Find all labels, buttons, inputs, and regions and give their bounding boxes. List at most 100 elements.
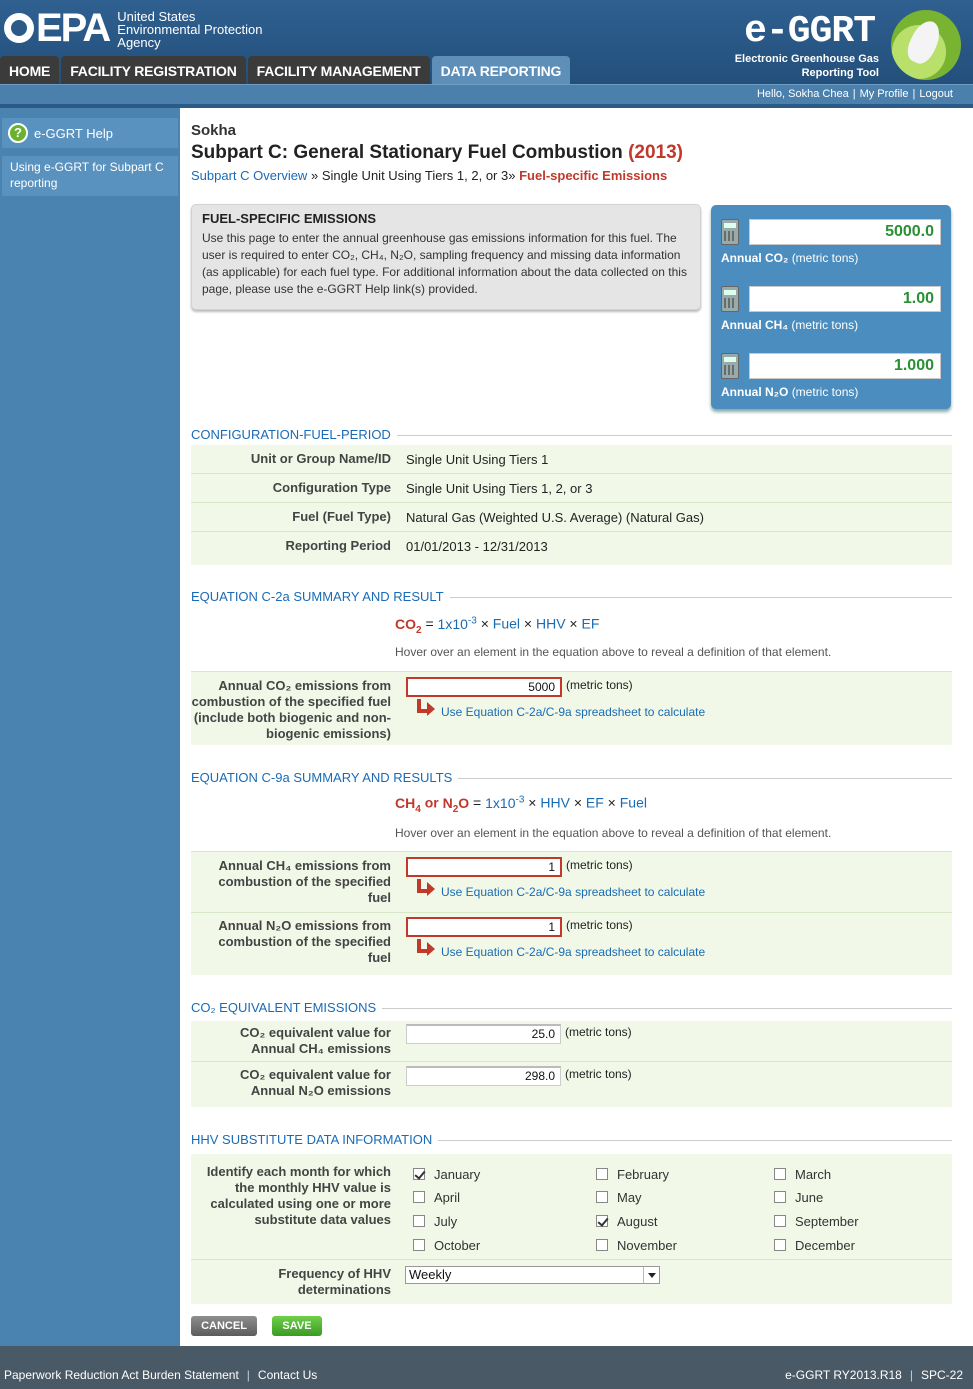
tab-facility-management[interactable]: FACILITY MANAGEMENT	[247, 56, 430, 84]
table-row: Annual N₂O emissions from combustion of …	[191, 913, 952, 976]
month-checkbox-april[interactable]: April	[413, 1189, 460, 1205]
checkbox-empty-icon[interactable]	[413, 1215, 425, 1227]
co2e-block: CO₂ equivalent value for Annual CH₄ emis…	[191, 1021, 952, 1107]
month-label: March	[795, 1166, 832, 1182]
epa-logo[interactable]: EPA United States Environmental Protecti…	[4, 6, 263, 50]
eq-c9a-ef[interactable]: EF	[586, 795, 604, 811]
section-hhv-heading: HHV SUBSTITUTE DATA INFORMATION	[191, 1132, 952, 1148]
calculator-icon	[721, 353, 739, 379]
eq-times: ×	[523, 615, 533, 632]
footer-version: e-GGRT RY2013.R18 | SPC-22	[785, 1368, 963, 1382]
sidebar-item-subpart-c-help[interactable]: Using e-GGRT for Subpart C reporting	[2, 156, 178, 196]
checkbox-empty-icon[interactable]	[596, 1239, 608, 1251]
checkbox-empty-icon[interactable]	[413, 1239, 425, 1251]
user-bar: Hello, Sokha Chea | My Profile | Logout	[0, 84, 973, 104]
month-checkbox-february[interactable]: February	[596, 1166, 669, 1182]
checkbox-checked-icon[interactable]	[413, 1168, 425, 1180]
checkbox-checked-icon[interactable]	[596, 1215, 608, 1227]
month-label: September	[795, 1213, 859, 1229]
ch4-emissions-input[interactable]: 1	[406, 857, 562, 877]
eq-equals: =	[473, 794, 482, 811]
month-label: April	[434, 1189, 461, 1205]
tab-home[interactable]: HOME	[0, 56, 60, 84]
config-label-unit: Unit or Group Name/ID	[250, 451, 391, 466]
co2-emissions-input[interactable]: 5000	[406, 677, 562, 697]
checkbox-empty-icon[interactable]	[774, 1215, 786, 1227]
month-checkbox-october[interactable]: October	[413, 1237, 480, 1253]
eq-c9a-coefficient[interactable]: 1x10-3	[485, 794, 524, 811]
eq-c9a-hhv[interactable]: HHV	[540, 795, 570, 811]
my-profile-link[interactable]: My Profile	[860, 88, 909, 100]
month-label: December	[795, 1237, 855, 1253]
site-header: EPA United States Environmental Protecti…	[0, 0, 973, 108]
eggrt-subtitle-line-2: Reporting Tool	[801, 67, 879, 79]
checkbox-empty-icon[interactable]	[596, 1168, 608, 1180]
co2e-n2o-value: 298.0	[406, 1066, 561, 1086]
checkbox-empty-icon[interactable]	[774, 1191, 786, 1203]
logout-link[interactable]: Logout	[919, 88, 953, 100]
month-checkbox-march[interactable]: March	[774, 1166, 831, 1182]
eq-times: ×	[528, 794, 537, 811]
total-co2: 5000.0 Annual CO₂ (metric tons)	[719, 209, 945, 269]
month-checkbox-june[interactable]: June	[774, 1189, 823, 1205]
n2o-calc-link[interactable]: Use Equation C-2a/C-9a spreadsheet to ca…	[441, 945, 705, 959]
tab-facility-registration[interactable]: FACILITY REGISTRATION	[61, 56, 246, 84]
hhv-frequency-select[interactable]: Weekly	[405, 1266, 660, 1284]
equation-c9a: CH4 or N2O = 1x10-3 × HHV × EF × Fuel	[395, 794, 647, 814]
help-question-icon: ?	[8, 123, 28, 143]
month-checkbox-august[interactable]: August	[596, 1213, 657, 1229]
eq-c9a-n2o[interactable]: N2O	[443, 795, 470, 815]
sidebar-help-header[interactable]: ? e-GGRT Help	[2, 118, 178, 148]
month-label: November	[617, 1237, 677, 1253]
eq-c2a-coefficient[interactable]: 1x10-3	[438, 615, 477, 632]
breadcrumb-separator: »	[310, 168, 319, 183]
checkbox-empty-icon[interactable]	[596, 1191, 608, 1203]
total-ch4-label: Annual CH₄ (metric tons)	[721, 318, 859, 332]
eq-c2a-co2[interactable]: CO2	[395, 616, 422, 636]
n2o-emissions-label: Annual N₂O emissions from combustion of …	[218, 918, 391, 965]
page-title-year: (2013)	[628, 142, 683, 163]
month-checkbox-december[interactable]: December	[774, 1237, 855, 1253]
checkbox-empty-icon[interactable]	[774, 1168, 786, 1180]
info-title: FUEL-SPECIFIC EMISSIONS	[202, 211, 377, 226]
info-text: Use this page to enter the annual greenh…	[202, 231, 687, 296]
eq-c9a-ch4[interactable]: CH4	[395, 795, 421, 815]
co2-emissions-label: Annual CO₂ emissions from combustion of …	[191, 678, 391, 741]
breadcrumb: Subpart C Overview » Single Unit Using T…	[191, 168, 667, 183]
breadcrumb-subpart-c-overview[interactable]: Subpart C Overview	[191, 168, 307, 183]
total-n2o-value: 1.000	[749, 353, 941, 379]
month-checkbox-july[interactable]: July	[413, 1213, 457, 1229]
section-eq-c9a-heading: EQUATION C-9a SUMMARY AND RESULTS	[191, 770, 952, 786]
info-box: FUEL-SPECIFIC EMISSIONS Use this page to…	[191, 204, 701, 310]
month-checkbox-may[interactable]: May	[596, 1189, 642, 1205]
table-row: CO₂ equivalent value for Annual N₂O emis…	[191, 1062, 952, 1107]
page-title-text: Subpart C: General Stationary Fuel Combu…	[191, 142, 623, 163]
eq-c2a-ef[interactable]: EF	[582, 616, 600, 632]
checkbox-empty-icon[interactable]	[413, 1191, 425, 1203]
checkbox-empty-icon[interactable]	[774, 1239, 786, 1251]
n2o-emissions-input[interactable]: 1	[406, 917, 562, 937]
config-value-unit: Single Unit Using Tiers 1	[406, 452, 549, 467]
chevron-down-icon[interactable]	[643, 1267, 659, 1283]
config-label-type: Configuration Type	[272, 480, 391, 495]
co2-calc-link[interactable]: Use Equation C-2a/C-9a spreadsheet to ca…	[441, 705, 705, 719]
agency-line-1: United States	[117, 8, 196, 24]
month-checkbox-january[interactable]: January	[413, 1166, 480, 1182]
breadcrumb-current: Fuel-specific Emissions	[519, 168, 668, 183]
month-checkbox-november[interactable]: November	[596, 1237, 677, 1253]
contact-us-link[interactable]: Contact Us	[258, 1368, 317, 1382]
eq-times: ×	[573, 794, 582, 811]
eq-c2a-hhv[interactable]: HHV	[536, 616, 566, 632]
save-button[interactable]: SAVE	[272, 1316, 322, 1336]
cancel-button[interactable]: CANCEL	[191, 1316, 257, 1336]
eq-c9a-fuel[interactable]: Fuel	[620, 795, 647, 811]
site-footer: Paperwork Reduction Act Burden Statement…	[0, 1346, 973, 1389]
paperwork-link[interactable]: Paperwork Reduction Act Burden Statement	[4, 1368, 239, 1382]
eq-c2a-fuel[interactable]: Fuel	[493, 616, 520, 632]
ch4-calc-link[interactable]: Use Equation C-2a/C-9a spreadsheet to ca…	[441, 885, 705, 899]
agency-line-2: Environmental Protection	[117, 21, 263, 37]
eggrt-logo[interactable]: e-GGRT Electronic Greenhouse Gas Reporti…	[731, 6, 961, 82]
equation-c2a: CO2 = 1x10-3 × Fuel × HHV × EF	[395, 615, 599, 635]
month-checkbox-september[interactable]: September	[774, 1213, 859, 1229]
tab-data-reporting[interactable]: DATA REPORTING	[431, 56, 571, 84]
